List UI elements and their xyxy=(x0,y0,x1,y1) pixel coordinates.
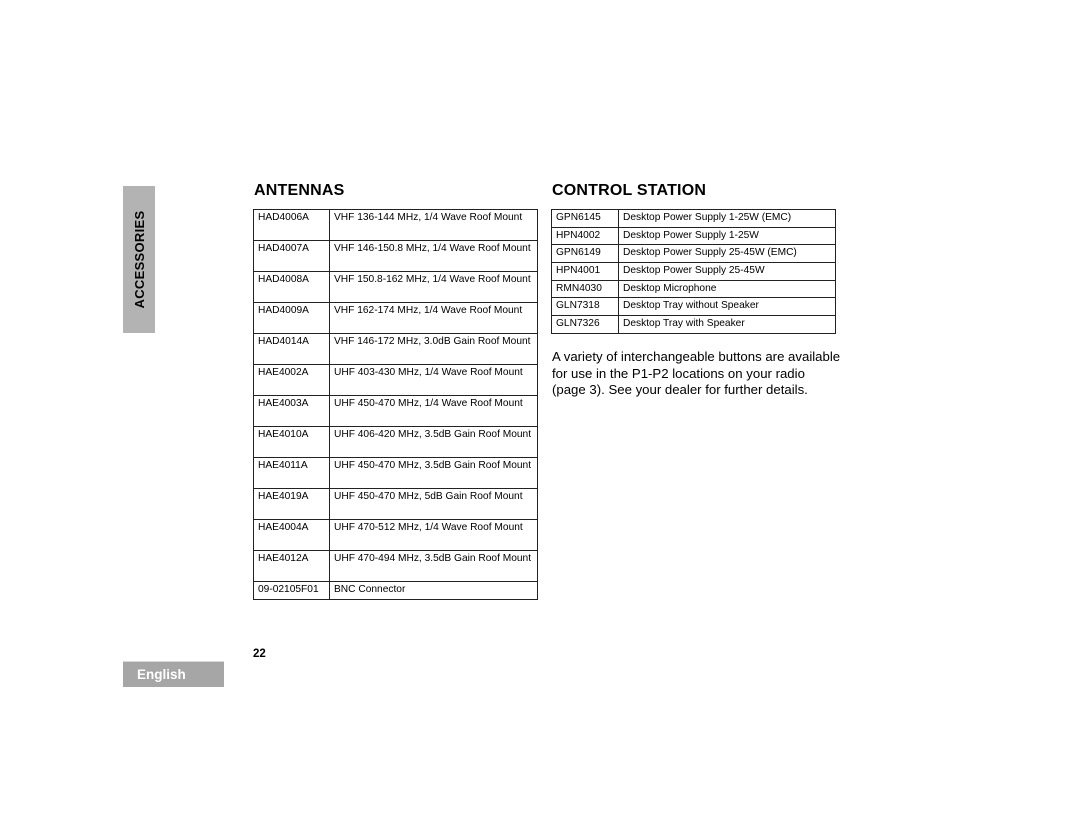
part-number: HAE4004A xyxy=(253,519,330,551)
part-number: GLN7326 xyxy=(551,315,619,334)
part-description: Desktop Power Supply 1-25W (EMC) xyxy=(618,209,836,228)
part-number: GPN6149 xyxy=(551,244,619,264)
part-description: Desktop Tray with Speaker xyxy=(618,315,836,334)
table-row: HAE4010A UHF 406-420 MHz, 3.5dB Gain Roof… xyxy=(253,426,538,458)
section-tab-accessories: ACCESSORIES xyxy=(123,186,155,333)
part-description: VHF 150.8-162 MHz, 1/4 Wave Roof Mount xyxy=(329,271,538,303)
part-number: HAD4007A xyxy=(253,240,330,272)
part-number: HAE4019A xyxy=(253,488,330,520)
table-row: HAD4007A VHF 146-150.8 MHz, 1/4 Wave Roof… xyxy=(253,240,538,272)
part-description: VHF 162-174 MHz, 1/4 Wave Roof Mount xyxy=(329,302,538,334)
part-number: HAD4014A xyxy=(253,333,330,365)
part-number: HAE4012A xyxy=(253,550,330,582)
part-description: Desktop Power Supply 25-45W (EMC) xyxy=(618,244,836,264)
table-row: HAD4008A VHF 150.8-162 MHz, 1/4 Wave Roof… xyxy=(253,271,538,303)
section-tab-label: ACCESSORIES xyxy=(131,210,147,309)
antennas-table: HAD4006A VHF 136-144 MHz, 1/4 Wave Roof M… xyxy=(253,209,538,600)
part-number: 09-02105F01 xyxy=(253,581,330,600)
table-row: HAE4011A UHF 450-470 MHz, 3.5dB Gain Roof… xyxy=(253,457,538,489)
table-row: GLN7326 Desktop Tray with Speaker xyxy=(551,315,836,334)
part-number: HAE4011A xyxy=(253,457,330,489)
part-number: HAD4009A xyxy=(253,302,330,334)
part-number: RMN4030 xyxy=(551,279,619,299)
part-description: UHF 450-470 MHz, 5dB Gain Roof Mount xyxy=(329,488,538,520)
part-number: HAE4003A xyxy=(253,395,330,427)
part-description: UHF 406-420 MHz, 3.5dB Gain Roof Mount xyxy=(329,426,538,458)
buttons-note: A variety of interchangeable buttons are… xyxy=(552,349,841,397)
table-row: HAE4004A UHF 470-512 MHz, 1/4 Wave Roof M… xyxy=(253,519,538,551)
table-row: GPN6145 Desktop Power Supply 1-25W (EMC) xyxy=(551,209,836,228)
part-description: VHF 146-150.8 MHz, 1/4 Wave Roof Mount xyxy=(329,240,538,272)
table-row: HAD4009A VHF 162-174 MHz, 1/4 Wave Roof M… xyxy=(253,302,538,334)
part-description: UHF 470-512 MHz, 1/4 Wave Roof Mount xyxy=(329,519,538,551)
part-number: GPN6145 xyxy=(551,209,619,228)
control-station-heading: CONTROL STATION xyxy=(552,182,707,199)
part-description: Desktop Microphone xyxy=(618,279,836,299)
part-number: HPN4001 xyxy=(551,262,619,281)
table-row: HAE4003A UHF 450-470 MHz, 1/4 Wave Roof M… xyxy=(253,395,538,427)
language-tab-label: English xyxy=(137,666,186,682)
part-description: VHF 136-144 MHz, 1/4 Wave Roof Mount xyxy=(329,209,538,241)
control-station-table: GPN6145 Desktop Power Supply 1-25W (EMC) H… xyxy=(551,209,836,334)
part-description: UHF 450-470 MHz, 3.5dB Gain Roof Mount xyxy=(329,457,538,489)
part-description: Desktop Tray without Speaker xyxy=(618,297,836,317)
table-row: HPN4001 Desktop Power Supply 25-45W xyxy=(551,262,836,281)
part-description: VHF 146-172 MHz, 3.0dB Gain Roof Mount xyxy=(329,333,538,365)
part-description: UHF 403-430 MHz, 1/4 Wave Roof Mount xyxy=(329,364,538,396)
table-row: HPN4002 Desktop Power Supply 1-25W xyxy=(551,226,836,246)
antennas-heading: ANTENNAS xyxy=(254,182,345,199)
part-number: HAD4008A xyxy=(253,271,330,303)
table-row: HAD4014A VHF 146-172 MHz, 3.0dB Gain Roof… xyxy=(253,333,538,365)
part-number: HAD4006A xyxy=(253,209,330,241)
table-row: HAE4002A UHF 403-430 MHz, 1/4 Wave Roof M… xyxy=(253,364,538,396)
part-description: UHF 450-470 MHz, 1/4 Wave Roof Mount xyxy=(329,395,538,427)
part-description: BNC Connector xyxy=(329,581,538,600)
part-description: Desktop Power Supply 1-25W xyxy=(618,226,836,246)
table-row: RMN4030 Desktop Microphone xyxy=(551,279,836,299)
table-row: GLN7318 Desktop Tray without Speaker xyxy=(551,297,836,317)
table-row: GPN6149 Desktop Power Supply 25-45W (EMC) xyxy=(551,244,836,264)
table-row: 09-02105F01 BNC Connector xyxy=(253,581,538,600)
table-row: HAD4006A VHF 136-144 MHz, 1/4 Wave Roof M… xyxy=(253,209,538,241)
part-number: GLN7318 xyxy=(551,297,619,317)
page-number: 22 xyxy=(253,648,266,660)
table-row: HAE4019A UHF 450-470 MHz, 5dB Gain Roof M… xyxy=(253,488,538,520)
language-tab-english: English xyxy=(123,661,224,687)
part-number: HAE4002A xyxy=(253,364,330,396)
part-description: UHF 470-494 MHz, 3.5dB Gain Roof Mount xyxy=(329,550,538,582)
part-number: HAE4010A xyxy=(253,426,330,458)
part-description: Desktop Power Supply 25-45W xyxy=(618,262,836,281)
table-row: HAE4012A UHF 470-494 MHz, 3.5dB Gain Roof… xyxy=(253,550,538,582)
part-number: HPN4002 xyxy=(551,226,619,246)
